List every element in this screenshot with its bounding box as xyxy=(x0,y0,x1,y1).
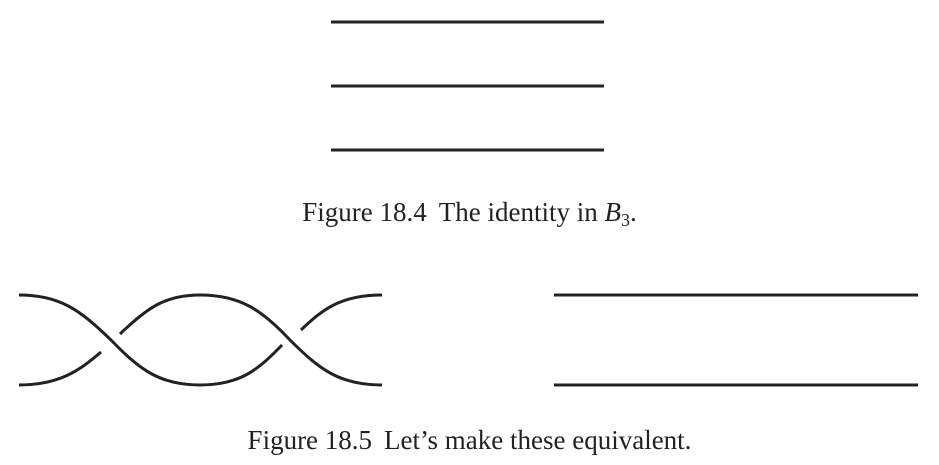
strand-b-entry-segment xyxy=(18,350,102,387)
figure-18-4-text: The identity in xyxy=(438,197,598,227)
figure-18-4-caption: Figure 18.4 The identity in B3. xyxy=(0,196,939,236)
figure-18-5-caption: Figure 18.5 Let’s make these equivalent. xyxy=(0,424,939,456)
figure-18-5-label: Figure 18.5 xyxy=(247,425,373,455)
figure-18-4-label: Figure 18.4 xyxy=(302,197,427,227)
figure-18-4-identity-braid xyxy=(331,20,604,152)
braid-group-symbol: B xyxy=(604,197,621,227)
braid-group-subscript: 3 xyxy=(620,210,630,230)
strand-a-exit-segment xyxy=(299,293,383,332)
figure-18-4-period: . xyxy=(629,197,637,227)
figure-18-5-right-identity xyxy=(554,293,918,387)
figure-18-5-text: Let’s make these equivalent. xyxy=(384,425,692,455)
figure-18-5-left-braid xyxy=(18,293,383,387)
